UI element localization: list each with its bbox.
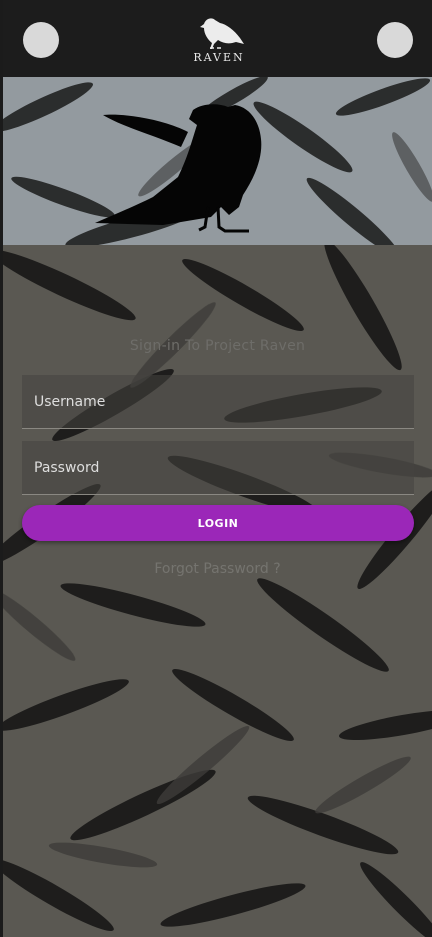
app-screen: RAVEN Sign-in To Project Raven Username …	[0, 0, 432, 937]
top-bar: RAVEN	[3, 0, 432, 77]
forgot-password-link[interactable]: Forgot Password ?	[3, 561, 432, 577]
username-input[interactable]	[22, 375, 414, 428]
raven-logo: RAVEN	[184, 14, 254, 66]
username-field[interactable]	[22, 375, 414, 429]
password-input[interactable]	[22, 441, 414, 494]
login-button[interactable]: LOGIN	[22, 505, 414, 541]
raven-logo-icon	[200, 18, 244, 49]
menu-circle-button[interactable]	[23, 22, 59, 58]
feather-pattern-hero	[3, 77, 432, 245]
password-field[interactable]	[22, 441, 414, 495]
signin-title: Sign-in To Project Raven	[129, 338, 306, 354]
profile-circle-button[interactable]	[377, 22, 413, 58]
hero-banner	[3, 77, 432, 245]
logo-text: RAVEN	[193, 51, 245, 64]
